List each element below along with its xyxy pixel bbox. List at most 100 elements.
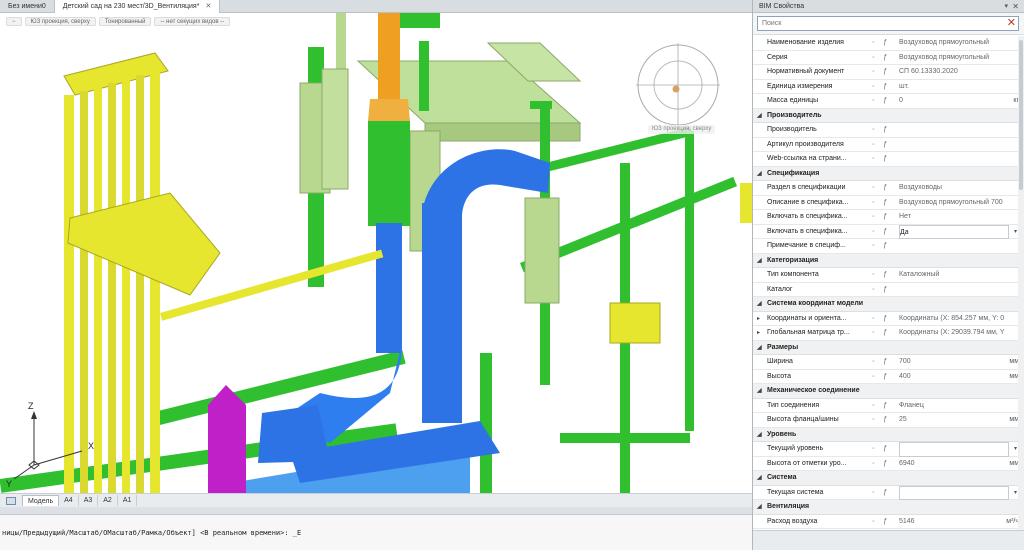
property-row[interactable]: ▸ Координаты и ориента... ▫ ƒ Координаты (X:… bbox=[753, 312, 1024, 327]
property-value[interactable]: 400 bbox=[899, 370, 1009, 385]
section-views-button[interactable]: -- нет секущих видов -- bbox=[154, 17, 231, 26]
property-category[interactable]: ◢ Вентиляция bbox=[753, 500, 1024, 515]
property-row[interactable]: Масса единицы ▫ ƒ 0 кг bbox=[753, 94, 1024, 109]
property-value[interactable]: Координаты (X: 854.257 мм, Y: 0 bbox=[899, 312, 1009, 327]
chevron-down-icon[interactable]: ▾ bbox=[1014, 486, 1017, 501]
search-input[interactable] bbox=[757, 16, 1019, 31]
property-value[interactable] bbox=[899, 123, 1009, 138]
formula-icon[interactable]: ƒ bbox=[883, 94, 887, 109]
property-value[interactable] bbox=[899, 152, 1009, 167]
property-row[interactable]: ▸ Глобальная матрица тр... ▫ ƒ Координаты (X… bbox=[753, 326, 1024, 341]
property-category[interactable]: ◢ Спецификация bbox=[753, 166, 1024, 182]
formula-icon[interactable]: ƒ bbox=[883, 457, 887, 472]
compass-view-label[interactable]: ЮЗ проекция, сверху bbox=[648, 125, 716, 134]
clear-search-icon[interactable]: ✕ bbox=[1007, 17, 1016, 30]
formula-icon[interactable]: ƒ bbox=[883, 312, 887, 327]
3d-ventilation-scene[interactable]: Z X Y bbox=[0, 13, 752, 493]
property-row[interactable]: Тип соединения ▫ ƒ Фланец bbox=[753, 399, 1024, 414]
formula-icon[interactable]: ƒ bbox=[883, 399, 887, 414]
formula-icon[interactable]: ƒ bbox=[883, 65, 887, 80]
property-value[interactable]: 6940 bbox=[899, 457, 1009, 472]
property-row[interactable]: Текущая система ▫ ƒ ▾ bbox=[753, 485, 1024, 501]
property-row[interactable]: Серия ▫ ƒ Воздуховод прямоугольный bbox=[753, 51, 1024, 66]
collapse-icon[interactable]: ◢ bbox=[757, 167, 762, 182]
formula-icon[interactable]: ƒ bbox=[883, 36, 887, 51]
property-value[interactable] bbox=[899, 442, 1009, 457]
chevron-down-icon[interactable]: ▾ bbox=[1014, 442, 1017, 457]
scrollbar-thumb[interactable] bbox=[1019, 40, 1023, 190]
layout-tab-a3[interactable]: A3 bbox=[79, 495, 99, 506]
formula-icon[interactable]: ƒ bbox=[883, 370, 887, 385]
property-row[interactable]: Раздел в спецификации ▫ ƒ Воздуховоды bbox=[753, 181, 1024, 196]
property-row[interactable]: Артикул производителя ▫ ƒ bbox=[753, 138, 1024, 153]
layout-tab-model[interactable]: Модель bbox=[22, 495, 60, 506]
property-row[interactable]: Производитель ▫ ƒ bbox=[753, 123, 1024, 138]
collapse-icon[interactable]: ◢ bbox=[757, 341, 762, 356]
collapse-icon[interactable]: ◢ bbox=[757, 254, 762, 269]
tab-untitled[interactable]: Без имени0 bbox=[0, 0, 55, 13]
formula-icon[interactable]: ƒ bbox=[883, 486, 887, 501]
property-value[interactable]: Воздуховод прямоугольный 700 bbox=[899, 196, 1009, 211]
property-row[interactable]: Единица измерения ▫ ƒ шт. bbox=[753, 80, 1024, 95]
property-row[interactable]: Примечание в специф... ▫ ƒ bbox=[753, 239, 1024, 254]
property-value[interactable]: 0 bbox=[899, 94, 1009, 109]
property-row[interactable]: Наименование изделия ▫ ƒ Воздуховод прямоуг… bbox=[753, 36, 1024, 51]
model-viewport[interactable]: Z X Y − ЮЗ проекция, сверху Тонированный… bbox=[0, 13, 752, 493]
close-icon[interactable]: ✕ bbox=[205, 3, 211, 10]
formula-icon[interactable]: ƒ bbox=[883, 355, 887, 370]
formula-icon[interactable]: ƒ bbox=[883, 51, 887, 66]
property-value[interactable]: Нет bbox=[899, 210, 1009, 225]
property-category[interactable]: ◢ Категоризация bbox=[753, 253, 1024, 269]
formula-icon[interactable]: ƒ bbox=[883, 80, 887, 95]
pin-icon[interactable]: ▾ bbox=[1004, 0, 1008, 13]
property-row[interactable]: Высота ▫ ƒ 400 мм bbox=[753, 370, 1024, 385]
property-row[interactable]: Включать в специфика... ▫ ƒ Нет bbox=[753, 210, 1024, 225]
formula-icon[interactable]: ƒ bbox=[883, 181, 887, 196]
formula-icon[interactable]: ƒ bbox=[883, 442, 887, 457]
property-row[interactable]: Описание в специфика... ▫ ƒ Воздуховод прям… bbox=[753, 196, 1024, 211]
formula-icon[interactable]: ƒ bbox=[883, 268, 887, 283]
expand-icon[interactable]: ▸ bbox=[757, 312, 760, 327]
property-value[interactable] bbox=[899, 283, 1009, 298]
property-row[interactable]: Текущий уровень ▫ ƒ ▾ bbox=[753, 442, 1024, 457]
collapse-icon[interactable]: ◢ bbox=[757, 471, 762, 486]
collapse-icon[interactable]: ◢ bbox=[757, 297, 762, 312]
property-row[interactable]: Тип компонента ▫ ƒ Каталожный bbox=[753, 268, 1024, 283]
collapse-icon[interactable]: ◢ bbox=[757, 109, 762, 124]
collapse-icon[interactable]: ◢ bbox=[757, 428, 762, 443]
command-splitter[interactable] bbox=[0, 507, 752, 515]
property-category[interactable]: ◢ Производитель bbox=[753, 108, 1024, 124]
formula-icon[interactable]: ƒ bbox=[883, 196, 887, 211]
layout-tab-a1[interactable]: A1 bbox=[118, 495, 138, 506]
property-value[interactable] bbox=[899, 138, 1009, 153]
property-value[interactable]: 25 bbox=[899, 413, 1009, 428]
formula-icon[interactable]: ƒ bbox=[883, 152, 887, 167]
property-row[interactable]: Ширина ▫ ƒ 700 мм bbox=[753, 355, 1024, 370]
formula-icon[interactable]: ƒ bbox=[883, 326, 887, 341]
property-row[interactable]: Web-ссылка на страни... ▫ ƒ bbox=[753, 152, 1024, 167]
property-category[interactable]: ◢ Система координат модели bbox=[753, 297, 1024, 312]
formula-icon[interactable]: ƒ bbox=[883, 138, 887, 153]
view-direction-button[interactable]: ЮЗ проекция, сверху bbox=[24, 17, 96, 26]
chevron-down-icon[interactable]: ▾ bbox=[1014, 225, 1017, 240]
property-row[interactable]: Нормативный документ ▫ ƒ СП 60.13330.2020 bbox=[753, 65, 1024, 80]
property-category[interactable]: ◢ Механическое соединение bbox=[753, 384, 1024, 399]
layout-tab-a4[interactable]: A4 bbox=[59, 495, 79, 506]
command-line[interactable]: ницы/Предыдущий/Масштаб/ОМасштаб/Рамка/О… bbox=[0, 515, 752, 550]
formula-icon[interactable]: ƒ bbox=[883, 515, 887, 530]
property-row[interactable]: Высота от отметки уро... ▫ ƒ 6940 мм bbox=[753, 457, 1024, 472]
formula-icon[interactable]: ƒ bbox=[883, 123, 887, 138]
property-value[interactable]: Фланец bbox=[899, 399, 1009, 414]
property-category[interactable]: ◢ Размеры bbox=[753, 340, 1024, 356]
panel-scrollbar[interactable] bbox=[1018, 36, 1024, 530]
formula-icon[interactable]: ƒ bbox=[883, 283, 887, 298]
property-category[interactable]: ◢ Система bbox=[753, 471, 1024, 486]
view-compass[interactable] bbox=[636, 43, 720, 127]
formula-icon[interactable]: ƒ bbox=[883, 413, 887, 428]
collapse-icon[interactable]: ◢ bbox=[757, 500, 762, 515]
layout-list-icon[interactable] bbox=[6, 496, 16, 505]
property-value[interactable]: 5146 bbox=[899, 515, 1009, 530]
formula-icon[interactable]: ƒ bbox=[883, 239, 887, 254]
property-value[interactable]: 700 bbox=[899, 355, 1009, 370]
property-row[interactable]: Каталог ▫ ƒ bbox=[753, 283, 1024, 298]
